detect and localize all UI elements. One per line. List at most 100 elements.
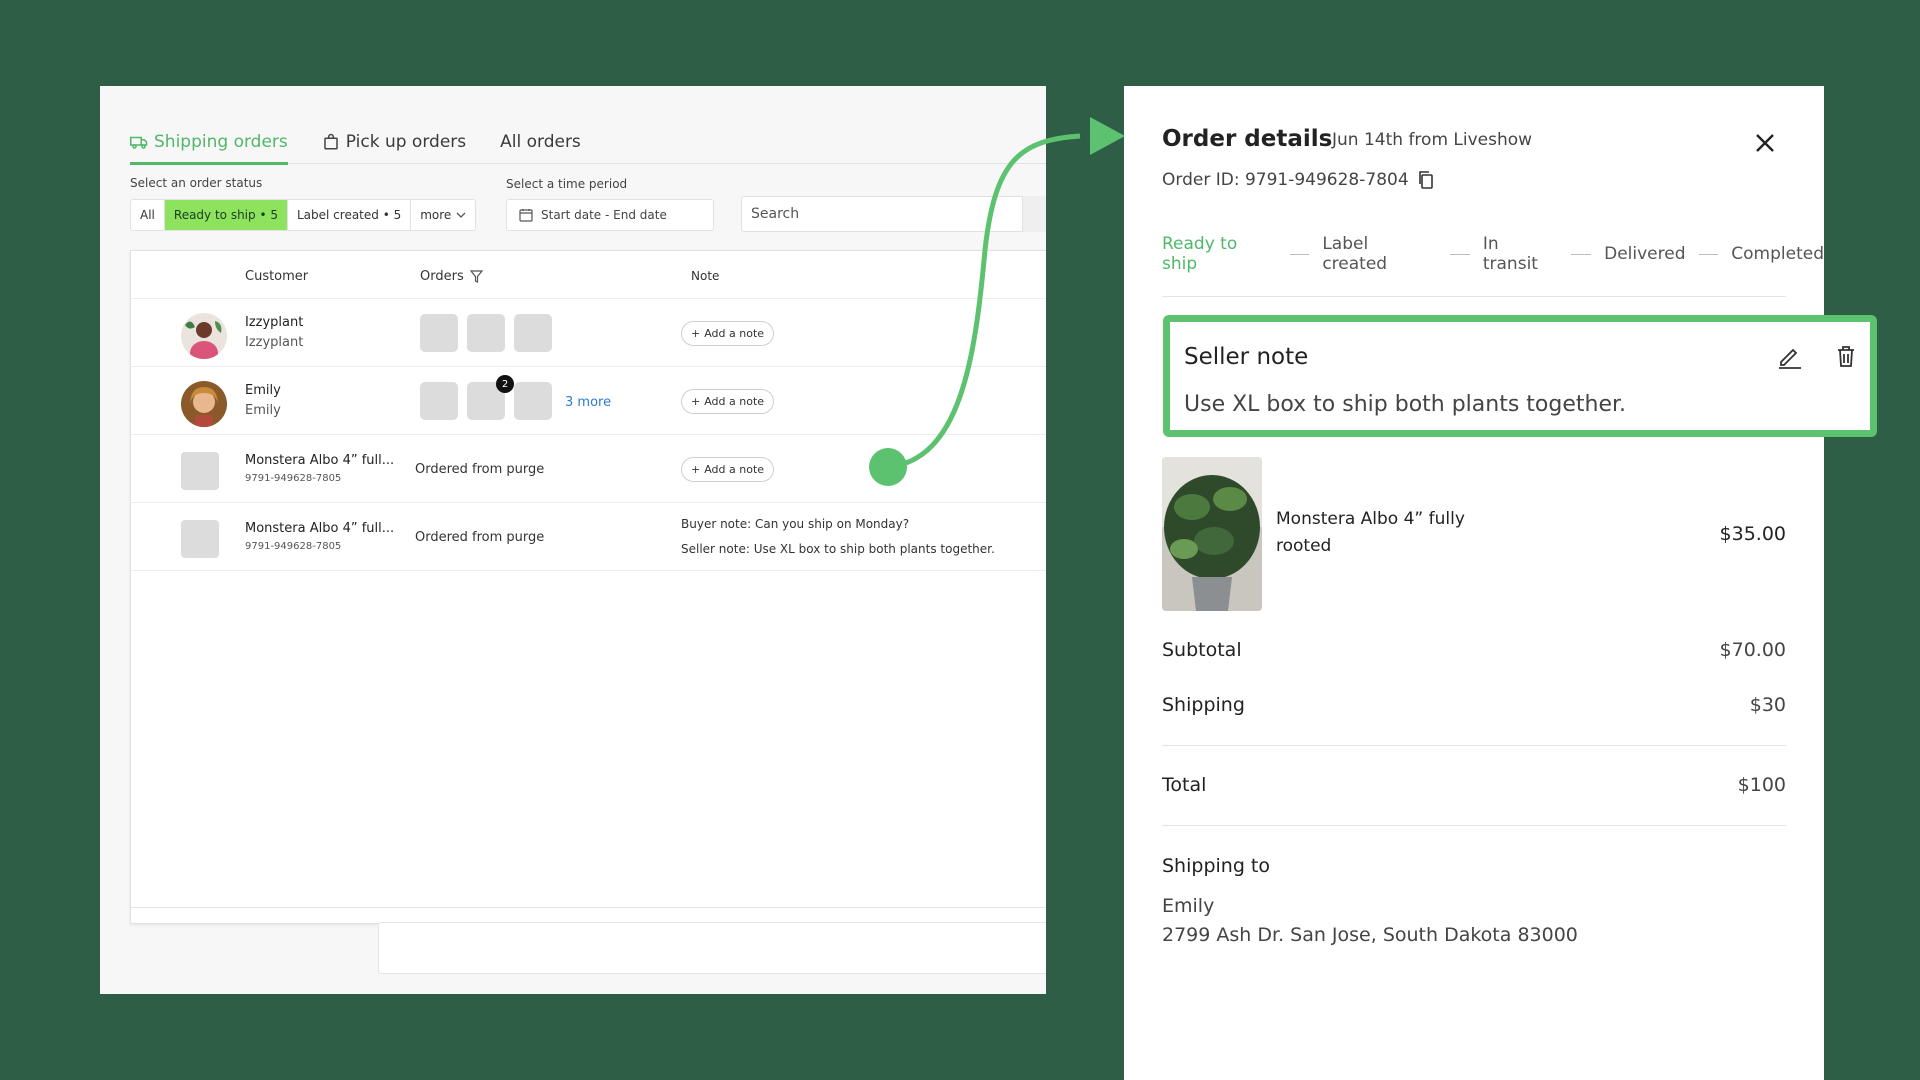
- customer-username: Izzyplant: [245, 335, 304, 350]
- shipping-address: 2799 Ash Dr. San Jose, South Dakota 8300…: [1162, 924, 1578, 946]
- total-row: Total $100: [1162, 774, 1786, 796]
- more-orders-link[interactable]: 3 more: [565, 395, 611, 410]
- product-name: Monstera Albo 4” fully rooted: [1276, 509, 1465, 556]
- order-source: Ordered from purge: [415, 530, 545, 545]
- step-in-transit: In transit: [1482, 234, 1538, 274]
- column-note: Note: [691, 269, 720, 283]
- close-button[interactable]: [1748, 126, 1782, 160]
- product-price: $35.00: [1719, 523, 1786, 545]
- divider: [1162, 296, 1786, 297]
- avatar: [181, 381, 227, 427]
- column-customer: Customer: [245, 269, 309, 284]
- order-details-panel: Order details Jun 14th from Liveshow Ord…: [1124, 86, 1824, 1080]
- order-id-text: Order ID: 9791-949628-7804: [1162, 170, 1409, 190]
- date-range-picker[interactable]: Start date - End date: [506, 199, 714, 231]
- total-label: Total: [1162, 774, 1207, 796]
- column-orders[interactable]: Orders: [420, 269, 483, 284]
- step-delivered: Delivered: [1604, 244, 1686, 264]
- table-row[interactable]: Emily Emily 2 3 more + Add a note: [131, 367, 1046, 435]
- edit-note-button[interactable]: [1775, 342, 1803, 370]
- search-button[interactable]: [1022, 196, 1046, 232]
- product-name: Monstera Albo 4” full...: [245, 453, 395, 468]
- customer-name: Izzyplant: [245, 315, 304, 330]
- tab-label: Pick up orders: [345, 132, 467, 152]
- subtotal-row: Subtotal $70.00: [1162, 639, 1786, 661]
- avatar: [181, 313, 227, 359]
- shipping-value: $30: [1749, 694, 1786, 716]
- order-thumbnail[interactable]: [420, 314, 458, 352]
- step-connector: [1698, 253, 1719, 255]
- order-progress: Ready to ship Label created In transit D…: [1162, 234, 1824, 274]
- step-completed: Completed: [1731, 244, 1825, 264]
- customer-name: Emily: [245, 383, 281, 398]
- table-footer-divider: [131, 907, 1046, 908]
- order-id: 9791-949628-7805: [245, 541, 342, 552]
- step-label-created: Label created: [1322, 234, 1388, 274]
- pencil-icon: [1779, 348, 1801, 369]
- status-more-dropdown[interactable]: more: [411, 200, 475, 230]
- seller-note-title: Seller note: [1184, 344, 1309, 370]
- column-label: Orders: [420, 269, 464, 284]
- shipping-label: Shipping: [1162, 694, 1245, 716]
- tab-pick-up-orders[interactable]: Pick up orders: [322, 122, 466, 162]
- status-label-created-button[interactable]: Label created • 5: [288, 200, 412, 230]
- table-row[interactable]: Monstera Albo 4” full... 9791-949628-780…: [131, 503, 1046, 571]
- order-thumbnail[interactable]: [420, 382, 458, 420]
- shipping-row: Shipping $30: [1162, 694, 1786, 716]
- time-filter-label: Select a time period: [506, 177, 628, 191]
- order-source: Ordered from purge: [415, 462, 545, 477]
- customer-username: Emily: [245, 403, 281, 418]
- order-thumbnail[interactable]: [514, 382, 552, 420]
- recipient-name: Emily: [1162, 895, 1215, 917]
- tab-all-orders[interactable]: All orders: [500, 122, 581, 162]
- add-note-button[interactable]: + Add a note: [681, 457, 775, 482]
- tab-label: Shipping orders: [154, 132, 288, 152]
- subtotal-label: Subtotal: [1162, 639, 1242, 661]
- shipping-to-title: Shipping to: [1162, 855, 1270, 877]
- subtotal-value: $70.00: [1719, 639, 1786, 661]
- calendar-icon: [519, 209, 533, 222]
- buyer-note: Buyer note: Can you ship on Monday?: [681, 517, 910, 531]
- bottom-card: [378, 922, 1046, 974]
- table-row[interactable]: Monstera Albo 4” full... 9791-949628-780…: [131, 435, 1046, 503]
- status-ready-to-ship-button[interactable]: Ready to ship • 5: [164, 200, 288, 230]
- order-thumbnail[interactable]: 2: [467, 375, 514, 420]
- seller-note: Seller note: Use XL box to ship both pla…: [681, 542, 995, 556]
- status-filter: All Ready to ship • 5 Label created • 5 …: [130, 199, 477, 231]
- status-all-button[interactable]: All: [131, 200, 165, 230]
- close-icon: [1756, 134, 1774, 152]
- product-thumbnail: [181, 452, 219, 490]
- step-connector: [1571, 253, 1592, 255]
- plus-icon: +: [691, 395, 701, 408]
- truck-icon: [130, 136, 148, 149]
- order-id-row: Order ID: 9791-949628-7804: [1162, 170, 1435, 190]
- product-name: Monstera Albo 4” full...: [245, 521, 395, 536]
- filter-icon[interactable]: [469, 270, 483, 283]
- seller-note-text: Use XL box to ship both plants together.: [1184, 392, 1627, 417]
- divider: [1162, 745, 1786, 746]
- orders-table: Customer Orders Note Izzyplant Izzyplant…: [130, 250, 1046, 924]
- order-thumbnail[interactable]: [467, 314, 505, 352]
- delete-note-button[interactable]: [1832, 342, 1860, 370]
- tab-label: All orders: [500, 132, 581, 152]
- table-row[interactable]: Izzyplant Izzyplant + Add a note: [131, 299, 1046, 367]
- product-image: [1162, 457, 1262, 611]
- quantity-badge: 2: [496, 375, 514, 393]
- add-note-button[interactable]: + Add a note: [681, 389, 775, 414]
- tab-shipping-orders[interactable]: Shipping orders: [130, 122, 288, 165]
- search-input[interactable]: [741, 196, 1031, 232]
- step-connector: [1289, 253, 1310, 255]
- add-note-label: Add a note: [704, 395, 765, 408]
- seller-note-card: Seller note Use XL box to ship both plan…: [1163, 315, 1877, 437]
- order-date: Jun 14th from Liveshow: [1332, 130, 1533, 150]
- copy-icon[interactable]: [1417, 170, 1435, 190]
- plus-icon: +: [691, 327, 701, 340]
- order-thumbnail[interactable]: [514, 314, 552, 352]
- table-header: Customer Orders Note: [131, 251, 1046, 299]
- plus-icon: +: [691, 463, 701, 476]
- add-note-label: Add a note: [704, 463, 765, 476]
- status-filter-label: Select an order status: [130, 176, 263, 190]
- add-note-button[interactable]: + Add a note: [681, 321, 775, 346]
- chevron-down-icon: [456, 212, 466, 218]
- product-thumbnail: [181, 520, 219, 558]
